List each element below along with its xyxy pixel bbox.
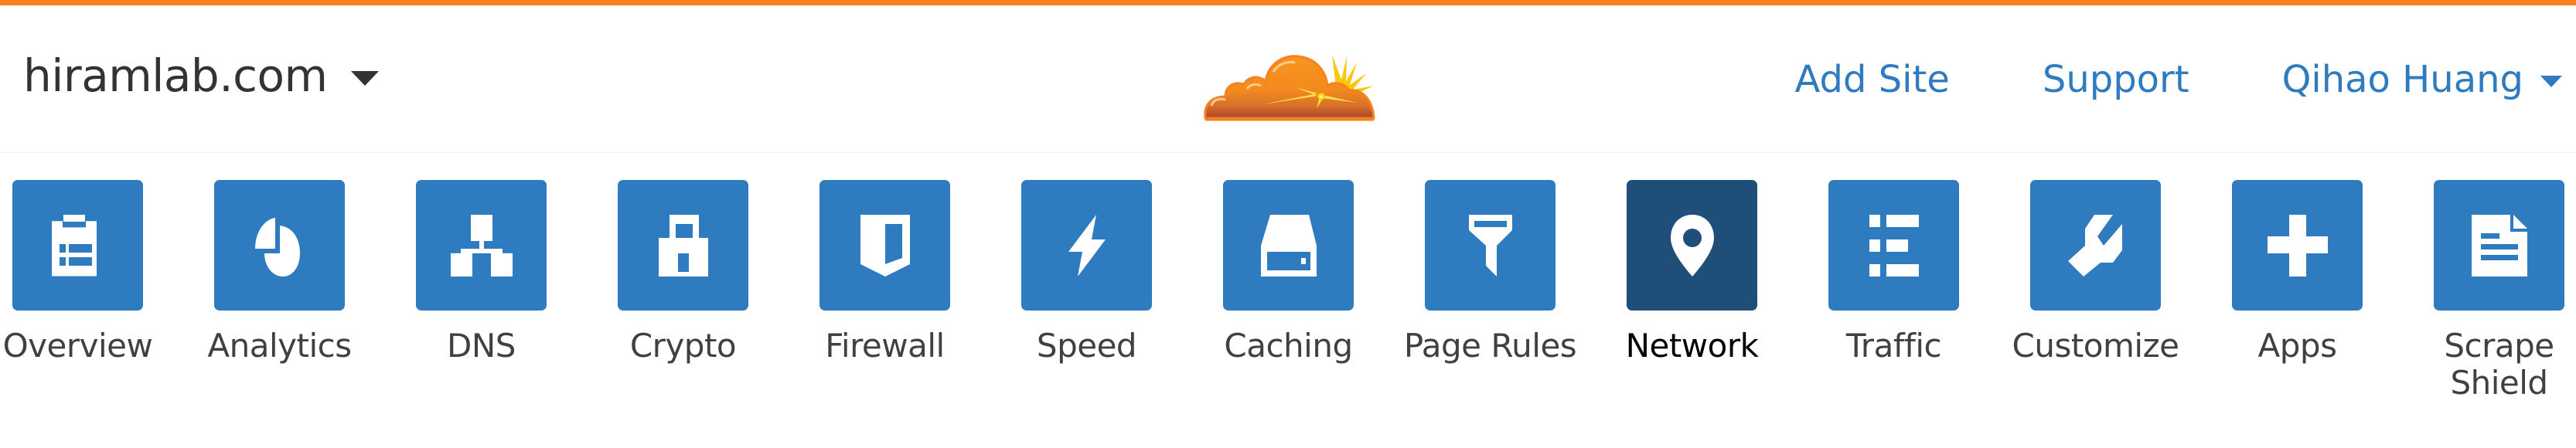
nav-item-speed[interactable]: Speed: [986, 180, 1187, 365]
support-link[interactable]: Support: [2043, 61, 2189, 98]
nav-label: Page Rules: [1403, 327, 1577, 365]
nav-label: Crypto: [629, 327, 737, 365]
shield-icon: [860, 214, 910, 277]
nav-label: Apps: [2257, 327, 2337, 365]
nav-label: DNS: [447, 327, 516, 365]
caret-down-icon: [350, 70, 379, 86]
nav-label: Caching: [1224, 327, 1353, 365]
nav-item-traffic[interactable]: Traffic: [1793, 180, 1995, 365]
plus-icon: [2267, 214, 2328, 277]
nav-item-scrape-shield[interactable]: Scrape Shield: [2398, 180, 2576, 402]
add-site-link[interactable]: Add Site: [1795, 61, 1950, 98]
nav-tile[interactable]: [2030, 180, 2161, 311]
nav-label: Traffic: [1845, 327, 1942, 365]
filter-icon: [1468, 214, 1512, 277]
zone-selector[interactable]: hiramlab.com: [23, 53, 379, 98]
nav-item-network[interactable]: Network: [1591, 180, 1793, 365]
nav-tile[interactable]: [1021, 180, 1152, 311]
nav-tile[interactable]: [1223, 180, 1354, 311]
nav-tile[interactable]: [1425, 180, 1555, 311]
sitemap-icon: [450, 214, 513, 277]
nav-tile[interactable]: [819, 180, 950, 311]
nav-tile[interactable]: [2434, 180, 2564, 311]
document-icon: [2471, 214, 2527, 277]
nav-label: Speed: [1036, 327, 1137, 365]
top-accent-bar: [0, 0, 2576, 5]
nav-tile-active[interactable]: [1627, 180, 1757, 311]
nav-item-crypto[interactable]: Crypto: [582, 180, 784, 365]
nav-label-active: Network: [1625, 327, 1759, 365]
pie-chart-icon: [254, 217, 300, 277]
nav-tile[interactable]: [12, 180, 143, 311]
nav-item-caching[interactable]: Caching: [1187, 180, 1389, 365]
list-icon: [1869, 214, 1919, 277]
header-links: Add Site Support Qihao Huang: [1702, 61, 2562, 98]
zone-name: hiramlab.com: [23, 49, 328, 102]
nav-item-dns[interactable]: DNS: [380, 180, 582, 365]
hard-drive-icon: [1260, 214, 1317, 277]
nav-tile[interactable]: [2232, 180, 2363, 311]
wrench-icon: [2067, 214, 2122, 277]
nav-item-customize[interactable]: Customize: [1995, 180, 2196, 365]
header: hiramlab.com Add Site Support Qihao Huan…: [0, 5, 2576, 153]
nav-item-apps[interactable]: Apps: [2196, 180, 2398, 365]
nav-item-overview[interactable]: Overview: [0, 180, 179, 365]
user-menu[interactable]: Qihao Huang: [2282, 61, 2562, 98]
nav-label: Overview: [2, 327, 153, 365]
nav-item-analytics[interactable]: Analytics: [179, 180, 380, 365]
lock-icon: [658, 214, 708, 277]
nav-label: Analytics: [207, 327, 352, 365]
nav-tile[interactable]: [416, 180, 547, 311]
nav-tile[interactable]: [214, 180, 345, 311]
nav-item-page-rules[interactable]: Page Rules: [1389, 180, 1591, 365]
nav-tile[interactable]: [1828, 180, 1959, 311]
caret-down-icon: [2540, 75, 2562, 87]
nav-label: Firewall: [825, 327, 945, 365]
cloudflare-logo[interactable]: [1202, 41, 1377, 127]
nav-item-firewall[interactable]: Firewall: [784, 180, 986, 365]
lightning-icon: [1068, 214, 1106, 277]
nav-tile[interactable]: [618, 180, 748, 311]
clipboard-icon: [51, 214, 97, 277]
nav-label: Scrape Shield: [2444, 327, 2554, 402]
user-name: Qihao Huang: [2281, 58, 2523, 101]
nav-label: Customize: [2012, 327, 2179, 365]
map-pin-icon: [1670, 214, 1714, 277]
app-nav: Overview Analytics DNS Crypto Firewall S…: [0, 180, 2576, 448]
